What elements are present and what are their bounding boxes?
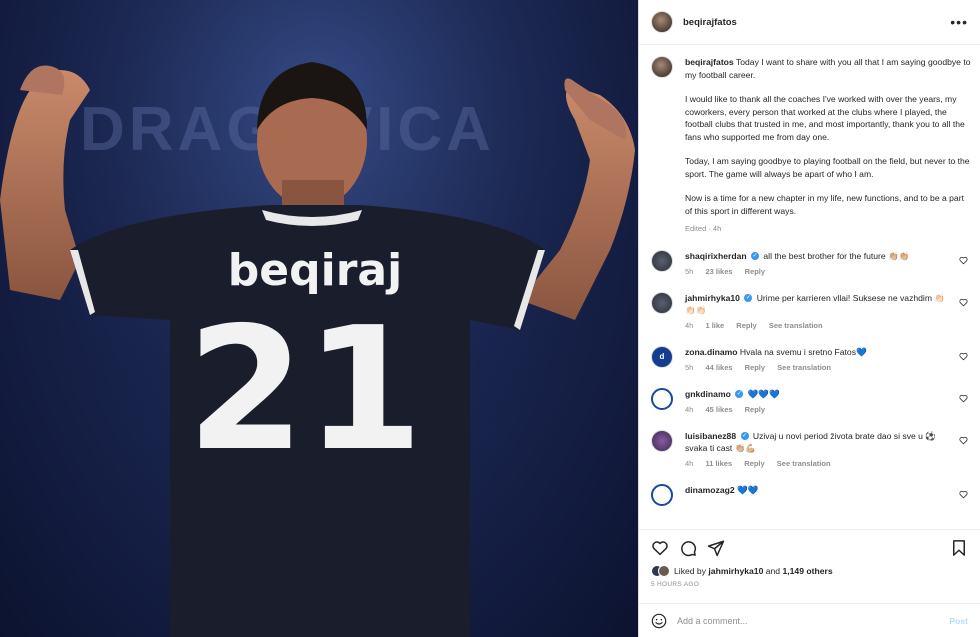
- post-caption: beqirajfatos Today I want to share with …: [651, 46, 972, 236]
- add-comment-input[interactable]: [677, 615, 950, 626]
- share-send-icon[interactable]: [707, 539, 725, 557]
- likes-others-link[interactable]: 1,149 others: [782, 566, 832, 576]
- comment-avatar[interactable]: [651, 291, 673, 314]
- comment-username[interactable]: zona.dinamo: [685, 347, 738, 357]
- comments-scroll-area[interactable]: beqirajfatos Today I want to share with …: [639, 46, 980, 529]
- comment-like-icon[interactable]: [959, 490, 968, 499]
- liker-avatar: [658, 565, 670, 577]
- comment-item: dinamozag2 💙💙: [651, 483, 972, 506]
- add-comment-bar: Post: [639, 603, 980, 637]
- jersey-name: beqiraj: [228, 245, 402, 296]
- comment-likes[interactable]: 45 likes: [705, 405, 732, 414]
- comment-like-icon[interactable]: [959, 298, 968, 307]
- comment-avatar[interactable]: [651, 249, 673, 272]
- comment-avatar[interactable]: d: [651, 345, 673, 368]
- comment-text: 💙💙💙: [747, 388, 780, 399]
- emoji-icon[interactable]: [651, 613, 667, 629]
- verified-badge-icon: ✓: [740, 432, 749, 441]
- comment-likes[interactable]: 1 like: [705, 321, 724, 330]
- verified-badge-icon: ✓: [735, 390, 744, 399]
- post-photo-illustration: DRAGOVICA beqiraj 21: [0, 0, 638, 637]
- comment-time: 4h: [685, 320, 694, 330]
- author-avatar[interactable]: [651, 11, 673, 33]
- comment-username[interactable]: luisibanez88: [685, 431, 736, 441]
- comment-reply-button[interactable]: Reply: [745, 405, 765, 414]
- comment-like-icon[interactable]: [959, 352, 968, 361]
- post-header: beqirajfatos •••: [639, 0, 980, 45]
- bookmark-icon[interactable]: [950, 539, 968, 557]
- comment-time: 4h: [685, 458, 694, 468]
- comment-like-icon[interactable]: [959, 394, 968, 403]
- comment-reply-button[interactable]: Reply: [745, 363, 765, 372]
- post-timestamp[interactable]: 5 HOURS AGO: [651, 581, 968, 588]
- likes-prefix: Liked by: [674, 566, 707, 576]
- comment-username[interactable]: jahmirhyka10: [685, 293, 740, 303]
- jersey-number: 21: [187, 291, 424, 489]
- comment-item: shaqirixherdan ✓ all the best brother fo…: [651, 249, 972, 278]
- more-options-icon[interactable]: •••: [950, 15, 968, 29]
- comment-text: all the best brother for the future 👏🏼👏🏼: [763, 250, 910, 261]
- comment-text: 💙💙: [737, 484, 759, 495]
- comment-username[interactable]: gnkdinamo: [685, 389, 731, 399]
- see-translation-button[interactable]: See translation: [769, 321, 823, 330]
- caption-text-4: Now is a time for a new chapter in my li…: [685, 193, 964, 216]
- comment-username[interactable]: shaqirixherdan: [685, 251, 747, 261]
- comment-time: 4h: [685, 404, 694, 414]
- verified-badge-icon: ✓: [744, 294, 753, 303]
- post-comment-button[interactable]: Post: [949, 616, 968, 626]
- comment-item: gnkdinamo ✓ 💙💙💙 4h 45 likes Reply: [651, 387, 972, 416]
- author-username[interactable]: beqirajfatos: [683, 17, 950, 28]
- caption-meta: Edited · 4h: [685, 224, 722, 233]
- post-actions: Liked by jahmirhyka10 and 1,149 others 5…: [639, 529, 980, 588]
- comment-item: jahmirhyka10 ✓ Urime per karrieren vllai…: [651, 291, 972, 332]
- likes-and: and: [765, 566, 781, 576]
- comment-time: 5h: [685, 266, 694, 276]
- comment-likes[interactable]: 23 likes: [705, 267, 732, 276]
- post-photo[interactable]: DRAGOVICA beqiraj 21: [0, 0, 638, 637]
- likes-summary: Liked by jahmirhyka10 and 1,149 others: [651, 565, 968, 577]
- caption-username[interactable]: beqirajfatos: [685, 57, 734, 67]
- see-translation-button[interactable]: See translation: [777, 363, 831, 372]
- comment-likes[interactable]: 11 likes: [705, 459, 732, 468]
- comment-likes[interactable]: 44 likes: [705, 363, 732, 372]
- comment-text: Hvala na svemu i sretno Fatos💙: [739, 346, 867, 357]
- comment-time: 5h: [685, 362, 694, 372]
- comment-username[interactable]: dinamozag2: [685, 485, 735, 495]
- caption-avatar[interactable]: [651, 56, 673, 78]
- see-translation-button[interactable]: See translation: [777, 459, 831, 468]
- comment-reply-button[interactable]: Reply: [736, 321, 756, 330]
- comment-bubble-icon[interactable]: [679, 539, 697, 557]
- verified-badge-icon: ✓: [751, 252, 759, 261]
- comment-avatar[interactable]: [651, 387, 673, 410]
- comment-reply-button[interactable]: Reply: [745, 267, 765, 276]
- comment-like-icon[interactable]: [959, 256, 968, 265]
- caption-text-3: Today, I am saying goodbye to playing fo…: [685, 156, 970, 179]
- comment-avatar[interactable]: [651, 483, 673, 506]
- comment-avatar[interactable]: [651, 429, 673, 452]
- caption-text-2: I would like to thank all the coaches I'…: [685, 94, 965, 142]
- comment-item: d zona.dinamo Hvala na svemu i sretno Fa…: [651, 345, 972, 374]
- likes-user-link[interactable]: jahmirhyka10: [708, 566, 763, 576]
- like-heart-icon[interactable]: [651, 539, 669, 557]
- comment-item: luisibanez88 ✓ Uzivaj u novi period živo…: [651, 429, 972, 470]
- instagram-post-modal: DRAGOVICA beqiraj 21 beqirajfatos ••: [0, 0, 980, 637]
- post-sidebar: beqirajfatos ••• beqirajfatos Today I wa…: [638, 0, 980, 637]
- comment-reply-button[interactable]: Reply: [744, 459, 764, 468]
- comment-like-icon[interactable]: [959, 436, 968, 445]
